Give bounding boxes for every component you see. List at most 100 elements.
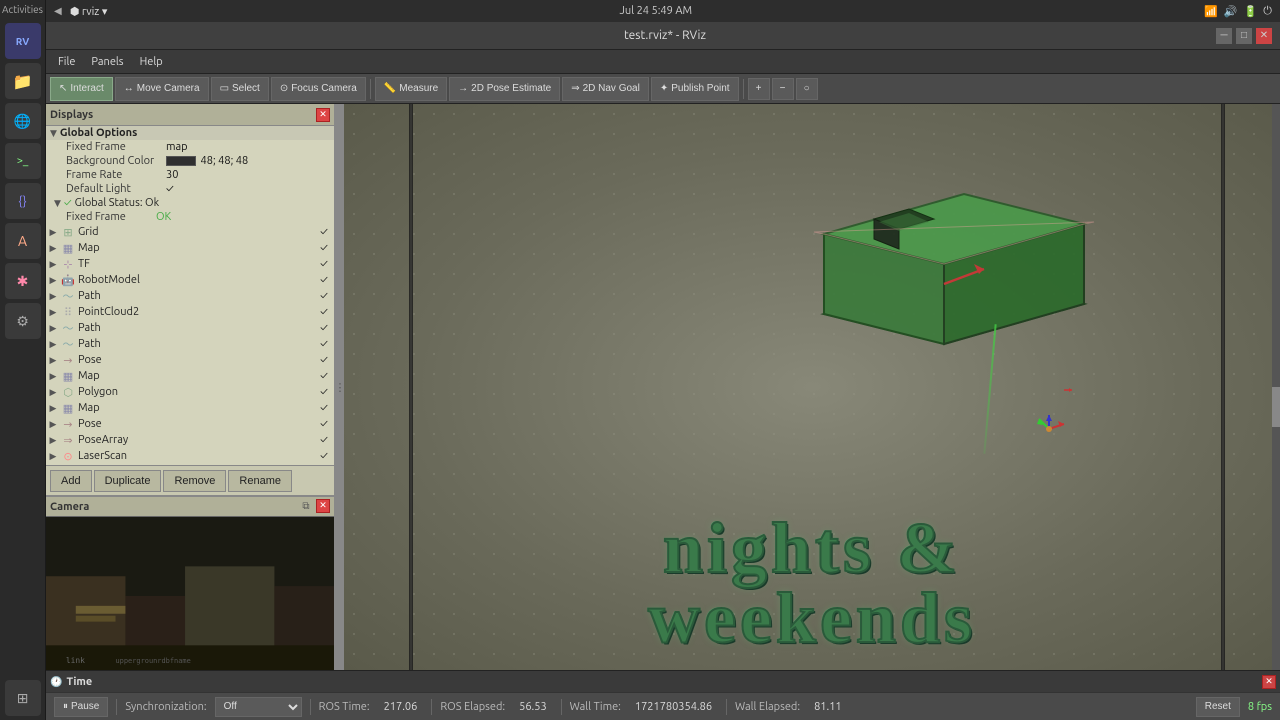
robotmodel-check[interactable]: ✓ xyxy=(316,274,332,286)
display-item-map2[interactable]: ▶ ▦ Map ✓ xyxy=(46,368,334,384)
wall-time-label: Wall Time: xyxy=(570,701,621,713)
global-options-label: Global Options xyxy=(60,127,137,139)
toolbar-extra-1[interactable]: + xyxy=(748,78,770,100)
grid-icon: ⊞ xyxy=(60,225,76,239)
activity-terminal[interactable]: >_ xyxy=(5,143,41,179)
camera-panel: Camera ⧉ ✕ xyxy=(46,495,334,670)
rename-display-button[interactable]: Rename xyxy=(228,470,292,492)
pause-button[interactable]: ⏸ Pause xyxy=(54,697,108,717)
measure-button[interactable]: 📏 Measure xyxy=(375,77,447,101)
activity-font[interactable]: A xyxy=(5,223,41,259)
activity-gear[interactable]: ⚙ xyxy=(5,303,41,339)
default-light-value[interactable]: ✓ xyxy=(166,183,330,195)
display-item-posearray[interactable]: ▶ ⇒ PoseArray ✓ xyxy=(46,432,334,448)
display-item-path1[interactable]: ▶ 〜 Path ✓ xyxy=(46,288,334,304)
remove-display-button[interactable]: Remove xyxy=(163,470,226,492)
activity-code[interactable]: {} xyxy=(5,183,41,219)
panel-sash[interactable] xyxy=(336,104,344,670)
duplicate-display-button[interactable]: Duplicate xyxy=(94,470,162,492)
power-icon[interactable]: ⏻ xyxy=(1263,5,1272,18)
view-canvas[interactable]: nights & weekends xyxy=(344,104,1280,670)
laserscan-check[interactable]: ✓ xyxy=(316,450,332,462)
map-check[interactable]: ✓ xyxy=(316,242,332,254)
activity-grid9[interactable]: ⊞ xyxy=(5,680,41,716)
pointcloud2-check[interactable]: ✓ xyxy=(316,306,332,318)
polygon-label: Polygon xyxy=(78,386,316,398)
path2-label: Path xyxy=(78,322,316,334)
activity-browser[interactable]: 🌐 xyxy=(5,103,41,139)
map2-check[interactable]: ✓ xyxy=(316,370,332,382)
title-bar-controls: ─ □ ✕ xyxy=(1216,28,1272,44)
pose2-check[interactable]: ✓ xyxy=(316,418,332,430)
nav-goal-label: 2D Nav Goal xyxy=(583,83,640,94)
select-label: Select xyxy=(232,83,260,94)
display-item-map3[interactable]: ▶ ▦ Map ✓ xyxy=(46,400,334,416)
right-scrollbar[interactable] xyxy=(1272,104,1280,670)
camera-undock-button[interactable]: ⧉ xyxy=(298,499,314,515)
toolbar-extra-3[interactable]: ○ xyxy=(796,78,818,100)
system-bar-right: 📶 🔊 🔋 ⏻ xyxy=(1204,5,1272,18)
display-item-laserscan[interactable]: ▶ ⊙ LaserScan ✓ xyxy=(46,448,334,464)
path3-expand-icon: ▶ xyxy=(46,339,60,350)
interact-button[interactable]: ↖ Interact xyxy=(50,77,113,101)
map3-check[interactable]: ✓ xyxy=(316,402,332,414)
menu-file[interactable]: File xyxy=(50,54,83,70)
display-item-pose[interactable]: ▶ → Pose ✓ xyxy=(46,352,334,368)
background-color-swatch[interactable] xyxy=(166,156,196,166)
time-label: Time xyxy=(66,676,92,688)
maximize-button[interactable]: □ xyxy=(1236,28,1252,44)
frame-rate-value[interactable]: 30 xyxy=(166,169,330,181)
display-item-map[interactable]: ▶ ▦ Map ✓ xyxy=(46,240,334,256)
menu-panels[interactable]: Panels xyxy=(83,54,131,70)
camera-close-button[interactable]: ✕ xyxy=(316,499,330,513)
posearray-check[interactable]: ✓ xyxy=(316,434,332,446)
publish-point-button[interactable]: ✦ Publish Point xyxy=(651,77,739,101)
toolbar-extra-2[interactable]: − xyxy=(772,78,794,100)
display-item-pose2[interactable]: ▶ → Pose ✓ xyxy=(46,416,334,432)
system-bar-center: Jul 24 5:49 AM xyxy=(620,5,693,17)
focus-camera-button[interactable]: ⊙ Focus Camera xyxy=(271,77,366,101)
app-name-label[interactable]: ⬢ rviz ▾ xyxy=(70,5,108,18)
menu-help[interactable]: Help xyxy=(132,54,171,70)
sync-dropdown[interactable]: Off Exact Approximate xyxy=(215,697,302,717)
display-item-robotmodel[interactable]: ▶ 🤖 RobotModel ✓ xyxy=(46,272,334,288)
activity-asterisk[interactable]: ✱ xyxy=(5,263,41,299)
main-3d-view[interactable]: nights & weekends xyxy=(344,104,1280,670)
map3-icon: ▦ xyxy=(60,401,76,415)
reset-button[interactable]: Reset xyxy=(1196,697,1240,717)
focus-camera-icon: ⊙ xyxy=(280,83,288,94)
right-scrollbar-thumb[interactable] xyxy=(1272,387,1280,427)
display-item-path2[interactable]: ▶ 〜 Path ✓ xyxy=(46,320,334,336)
measure-icon: 📏 xyxy=(384,83,396,94)
posearray-label: PoseArray xyxy=(78,434,316,446)
grid-check[interactable]: ✓ xyxy=(316,226,332,238)
fixed-frame-value[interactable]: map xyxy=(166,141,330,153)
laserscan-expand-icon: ▶ xyxy=(46,451,60,462)
camera-title-label: Camera xyxy=(50,501,89,513)
display-item-path3[interactable]: ▶ 〜 Path ✓ xyxy=(46,336,334,352)
add-display-button[interactable]: Add xyxy=(50,470,92,492)
path3-check[interactable]: ✓ xyxy=(316,338,332,350)
path1-check[interactable]: ✓ xyxy=(316,290,332,302)
background-color-value[interactable]: 48; 48; 48 xyxy=(166,155,330,167)
displays-close-button[interactable]: ✕ xyxy=(316,108,330,122)
time-bar-close-button[interactable]: ✕ xyxy=(1262,675,1276,689)
move-camera-button[interactable]: ↔ Move Camera xyxy=(115,77,209,101)
pose-check[interactable]: ✓ xyxy=(316,354,332,366)
display-item-grid[interactable]: ▶ ⊞ Grid ✓ xyxy=(46,224,334,240)
tf-check[interactable]: ✓ xyxy=(316,258,332,270)
path2-check[interactable]: ✓ xyxy=(316,322,332,334)
global-options-header[interactable]: ▼ Global Options xyxy=(46,126,334,140)
close-button[interactable]: ✕ xyxy=(1256,28,1272,44)
display-item-polygon[interactable]: ▶ ⬡ Polygon ✓ xyxy=(46,384,334,400)
display-item-tf[interactable]: ▶ ⊹ TF ✓ xyxy=(46,256,334,272)
display-item-pointcloud2[interactable]: ▶ ⠿ PointCloud2 ✓ xyxy=(46,304,334,320)
activity-rviz[interactable]: RV xyxy=(5,23,41,59)
pose-estimate-button[interactable]: → 2D Pose Estimate xyxy=(449,77,560,101)
select-button[interactable]: ▭ Select xyxy=(211,77,269,101)
nav-goal-button[interactable]: ⇒ 2D Nav Goal xyxy=(562,77,649,101)
polygon-check[interactable]: ✓ xyxy=(316,386,332,398)
move-camera-label: Move Camera xyxy=(137,83,200,94)
activity-files[interactable]: 📁 xyxy=(5,63,41,99)
minimize-button[interactable]: ─ xyxy=(1216,28,1232,44)
